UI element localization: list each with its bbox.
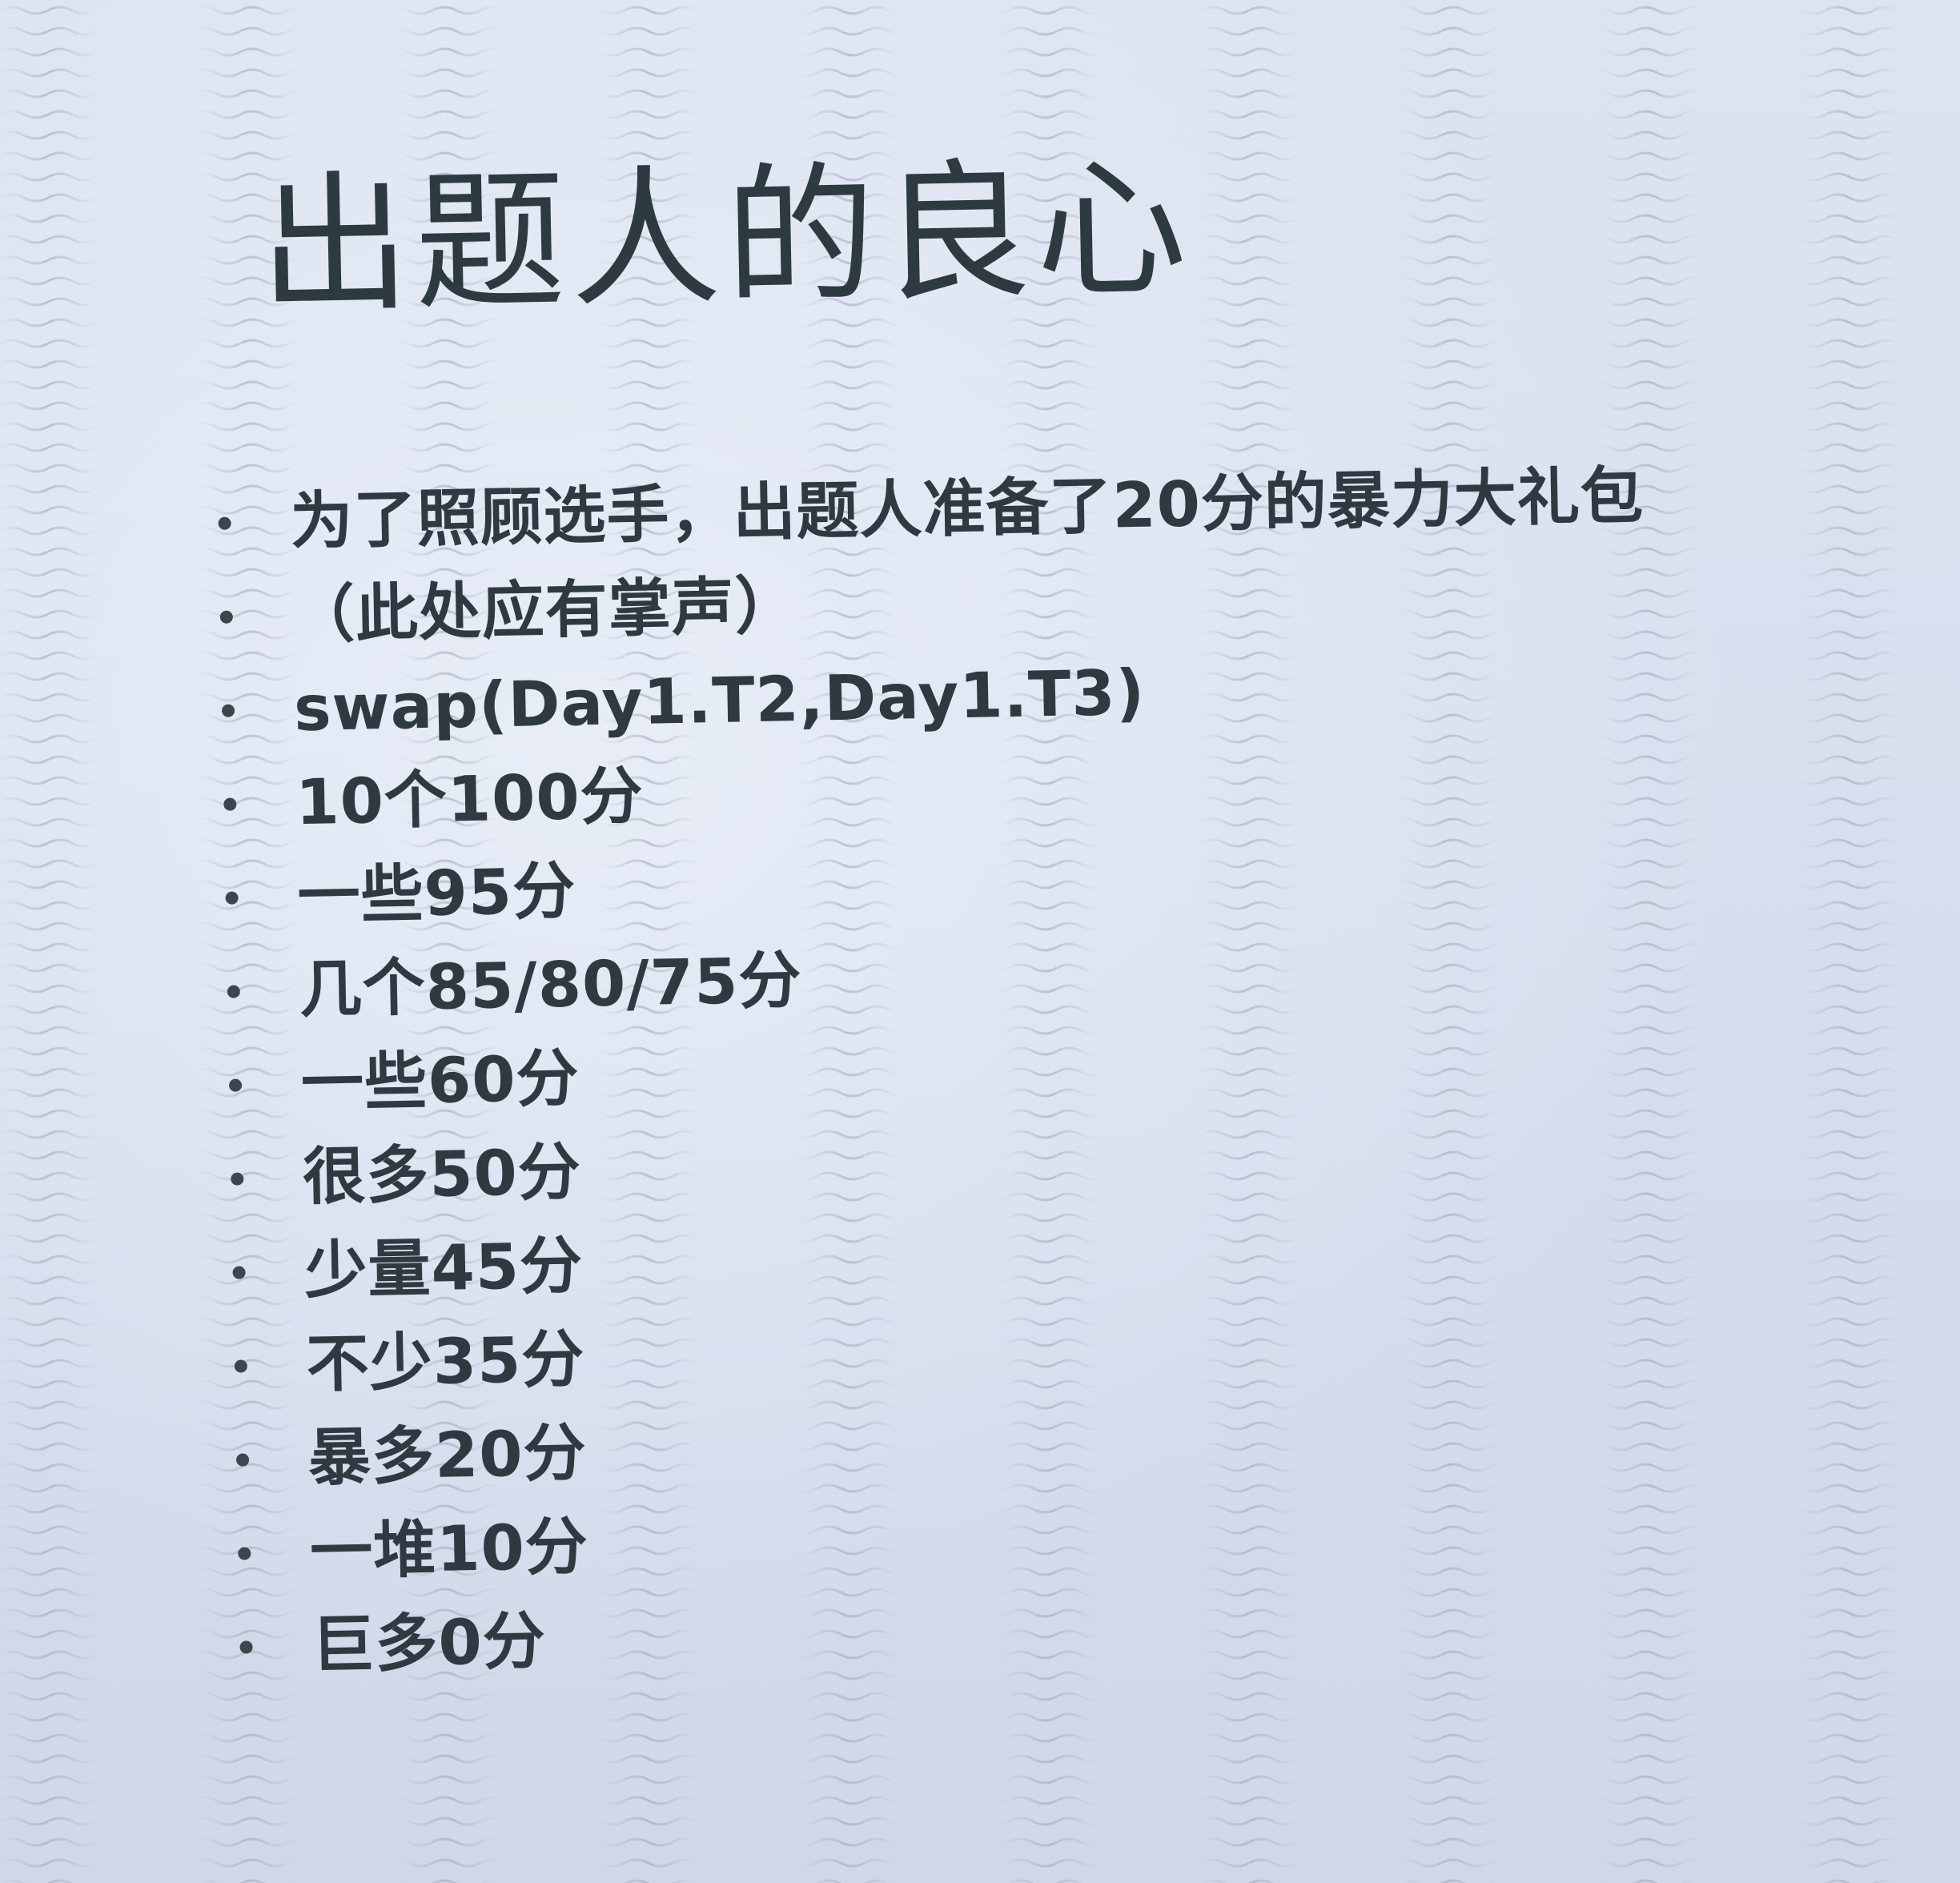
bullet-dot-icon xyxy=(227,984,240,998)
slide-content: 出题人的良心 为了照顾选手，出题人准备了20分的暴力大礼包 （此处应有掌声） swa… xyxy=(0,0,1960,1883)
bullet-dot-icon xyxy=(238,1546,251,1560)
bullet-dot-icon xyxy=(231,1171,244,1186)
slide-title: 出题人的良心 xyxy=(257,141,1193,335)
bullet-dot-icon xyxy=(219,610,233,624)
bullet-dot-icon xyxy=(223,797,237,811)
bullet-text: swap(Day1.T2,Day1.T3) xyxy=(293,656,1147,745)
bullet-list: 为了照顾选手，出题人准备了20分的暴力大礼包 （此处应有掌声） swap(Day1.… xyxy=(217,449,1665,1694)
bullet-text: 10个100分 xyxy=(295,760,645,839)
bullet-dot-icon xyxy=(218,516,231,530)
bullet-dot-icon xyxy=(221,704,235,717)
bullet-dot-icon xyxy=(225,890,239,905)
bullet-text: 很多50分 xyxy=(302,1135,582,1214)
bullet-text: 不少35分 xyxy=(305,1323,586,1401)
bullet-dot-icon xyxy=(228,1078,243,1092)
bullet-text: 几个85/80/75分 xyxy=(298,944,803,1026)
bullet-text: 一些95分 xyxy=(296,854,576,933)
bullet-dot-icon xyxy=(234,1359,247,1373)
bullet-dot-icon xyxy=(239,1640,253,1654)
bullet-dot-icon xyxy=(235,1452,250,1467)
bullet-text: 一些60分 xyxy=(300,1042,580,1120)
bullet-dot-icon xyxy=(232,1265,246,1279)
bullet-text: （此处应有掌声） xyxy=(291,569,799,652)
bullet-text: 暴多20分 xyxy=(307,1416,588,1495)
bullet-text: 一堆10分 xyxy=(309,1510,589,1588)
bullet-text: 少量45分 xyxy=(303,1229,584,1307)
projected-slide: 出题人的良心 为了照顾选手，出题人准备了20分的暴力大礼包 （此处应有掌声） swa… xyxy=(0,0,1960,1883)
bullet-text: 巨多0分 xyxy=(311,1604,547,1682)
